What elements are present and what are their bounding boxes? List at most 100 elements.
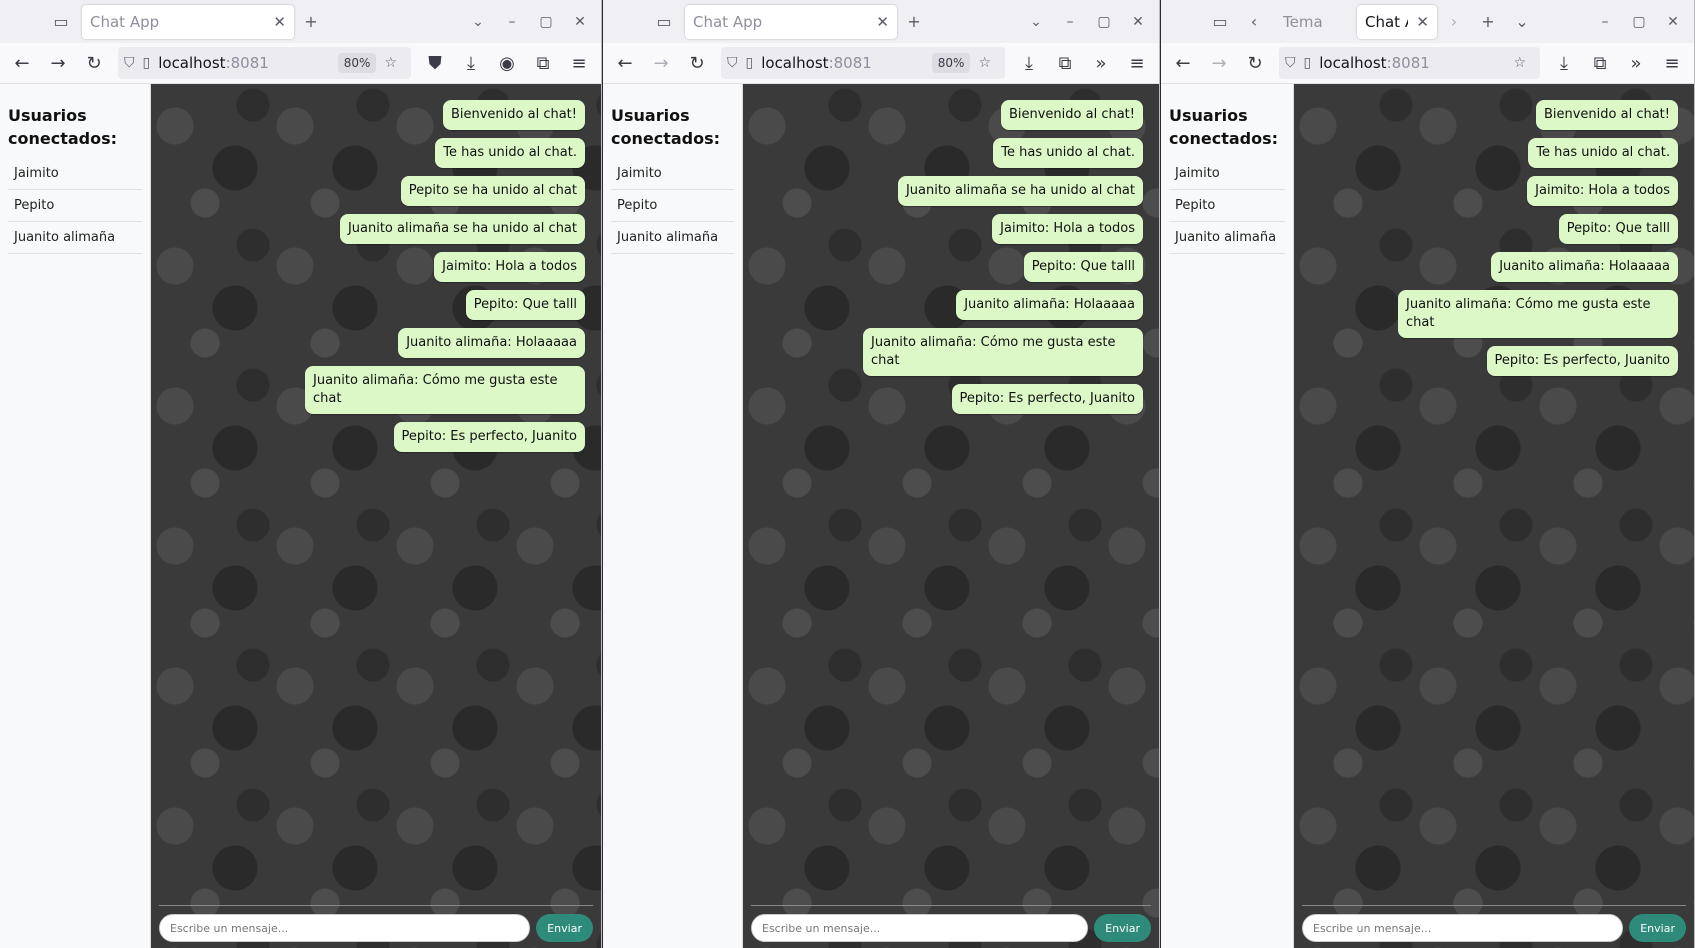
downloads-icon[interactable]: ⤓	[453, 47, 489, 79]
shield-icon[interactable]: ⛉	[727, 55, 738, 71]
navigation-bar: ← → ↻ ⛉ ▯ localhost:8081 ☆ ⤓ ⧉ » ≡	[1161, 43, 1694, 84]
forward-icon[interactable]: →	[1201, 47, 1237, 79]
back-icon[interactable]: ←	[1165, 47, 1201, 79]
shield-icon[interactable]: ⛉	[1285, 55, 1296, 71]
tab-chat-app[interactable]: Chat A ✕	[1357, 4, 1437, 39]
user-item: Jaimito	[1169, 158, 1285, 190]
user-item: Pepito	[8, 190, 142, 222]
reload-icon[interactable]: ↻	[679, 47, 715, 79]
downloads-icon[interactable]: ⤓	[1011, 47, 1047, 79]
url-bar[interactable]: ⛉ ▯ localhost:8081 80% ☆	[721, 47, 1005, 79]
url-text[interactable]: localhost:8081	[761, 54, 932, 72]
message-input[interactable]	[1302, 914, 1624, 942]
chat-message: Jaimito: Hola a todos	[1527, 176, 1678, 206]
close-tab-icon[interactable]: ✕	[876, 13, 889, 31]
shield-icon[interactable]: ⛉	[124, 55, 135, 71]
tab-bar: ▭ Chat App ✕ + ⌄ – ▢ ✕	[0, 0, 601, 43]
list-tabs-icon[interactable]: ⌄	[1019, 14, 1053, 30]
url-text[interactable]: localhost:8081	[1319, 54, 1513, 72]
new-tab-icon[interactable]: +	[1471, 5, 1505, 39]
chat-message: Juanito alimaña se ha unido al chat	[897, 176, 1143, 206]
bookmark-star-icon[interactable]: ☆	[978, 55, 991, 71]
sidebar-title: Usuarios conectados:	[611, 106, 721, 148]
extensions-icon[interactable]: ⧉	[1582, 47, 1618, 79]
page-content: Usuarios conectados: Jaimito Pepito Juan…	[603, 84, 1159, 948]
scroll-tabs-left-icon[interactable]: ‹	[1237, 5, 1271, 39]
user-item: Juanito alimaña	[1169, 222, 1285, 254]
back-icon[interactable]: ←	[607, 47, 643, 79]
minimize-icon[interactable]: –	[1053, 14, 1087, 30]
menu-icon[interactable]: ≡	[1119, 47, 1155, 79]
url-host: localhost	[158, 54, 226, 72]
chat-message: Te has unido al chat.	[1528, 138, 1678, 168]
forward-icon[interactable]: →	[40, 47, 76, 79]
send-button[interactable]: Enviar	[1629, 914, 1686, 942]
url-text[interactable]: localhost:8081	[158, 54, 338, 72]
chat-area: Bienvenido al chat! Te has unido al chat…	[1294, 84, 1694, 948]
list-tabs-icon[interactable]: ⌄	[461, 14, 495, 30]
chat-message: Bienvenido al chat!	[1535, 100, 1678, 130]
tab-overview-icon[interactable]: ▭	[647, 5, 681, 39]
chat-message: Juanito alimaña: Holaaaaa	[956, 290, 1143, 320]
zoom-indicator[interactable]: 80%	[337, 53, 377, 73]
bookmark-star-icon[interactable]: ☆	[1513, 55, 1526, 71]
extensions-icon[interactable]: ⧉	[525, 47, 561, 79]
minimize-icon[interactable]: –	[1588, 14, 1622, 30]
url-bar[interactable]: ⛉ ▯ localhost:8081 ☆	[1279, 47, 1540, 79]
url-port: :8081	[225, 54, 269, 72]
forward-icon[interactable]: →	[643, 47, 679, 79]
menu-icon[interactable]: ≡	[1654, 47, 1690, 79]
message-input[interactable]	[751, 914, 1089, 942]
close-tab-icon[interactable]: ✕	[273, 13, 286, 31]
pocket-icon[interactable]: ⛊	[417, 47, 453, 79]
message-input[interactable]	[159, 914, 531, 942]
page-content: Usuarios conectados: Jaimito Pepito Juan…	[0, 84, 601, 948]
downloads-icon[interactable]: ⤓	[1546, 47, 1582, 79]
tab-overview-icon[interactable]: ▭	[1203, 5, 1237, 39]
maximize-icon[interactable]: ▢	[529, 14, 563, 30]
tab-chat-app[interactable]: Chat App ✕	[82, 4, 294, 39]
new-tab-icon[interactable]: +	[897, 5, 931, 39]
close-window-icon[interactable]: ✕	[1121, 14, 1155, 30]
chat-message: Jaimito: Hola a todos	[992, 214, 1143, 244]
url-host: localhost	[1319, 54, 1387, 72]
close-window-icon[interactable]: ✕	[1656, 14, 1690, 30]
reload-icon[interactable]: ↻	[76, 47, 112, 79]
reload-icon[interactable]: ↻	[1237, 47, 1273, 79]
url-bar[interactable]: ⛉ ▯ localhost:8081 80% ☆	[118, 47, 411, 79]
list-tabs-icon[interactable]: ⌄	[1505, 5, 1539, 39]
message-composer: Enviar	[1302, 905, 1686, 942]
zoom-indicator[interactable]: 80%	[931, 53, 971, 73]
chat-message: Te has unido al chat.	[993, 138, 1143, 168]
close-tab-icon[interactable]: ✕	[1416, 13, 1429, 31]
new-tab-icon[interactable]: +	[294, 5, 328, 39]
overflow-chevron-icon[interactable]: »	[1083, 47, 1119, 79]
send-button[interactable]: Enviar	[536, 914, 593, 942]
maximize-icon[interactable]: ▢	[1622, 14, 1656, 30]
close-window-icon[interactable]: ✕	[563, 14, 597, 30]
chat-message: Pepito: Es perfecto, Juanito	[1486, 346, 1678, 376]
minimize-icon[interactable]: –	[495, 14, 529, 30]
scroll-tabs-right-icon[interactable]: ›	[1437, 5, 1471, 39]
chat-message: Juanito alimaña: Holaaaaa	[1491, 252, 1678, 282]
overflow-chevron-icon[interactable]: »	[1618, 47, 1654, 79]
tab-title: Chat A	[1365, 12, 1408, 31]
page-icon: ▯	[1303, 55, 1312, 71]
url-port: :8081	[828, 54, 872, 72]
users-sidebar: Usuarios conectados: Jaimito Pepito Juan…	[1161, 84, 1294, 948]
maximize-icon[interactable]: ▢	[1087, 14, 1121, 30]
user-item: Juanito alimaña	[8, 222, 142, 254]
tab-chat-app[interactable]: Chat App ✕	[685, 4, 897, 39]
menu-icon[interactable]: ≡	[561, 47, 597, 79]
account-icon[interactable]: ◉	[489, 47, 525, 79]
tab-overview-icon[interactable]: ▭	[44, 5, 78, 39]
send-button[interactable]: Enviar	[1094, 914, 1151, 942]
users-sidebar: Usuarios conectados: Jaimito Pepito Juan…	[0, 84, 151, 948]
extensions-icon[interactable]: ⧉	[1047, 47, 1083, 79]
back-icon[interactable]: ←	[4, 47, 40, 79]
bookmark-star-icon[interactable]: ☆	[384, 55, 397, 71]
chat-message: Pepito: Es perfecto, Juanito	[951, 384, 1143, 414]
chat-message: Jaimito: Hola a todos	[434, 252, 585, 282]
tab-tema[interactable]: Tema	[1275, 5, 1353, 39]
chat-message: Juanito alimaña: Holaaaaa	[398, 328, 585, 358]
